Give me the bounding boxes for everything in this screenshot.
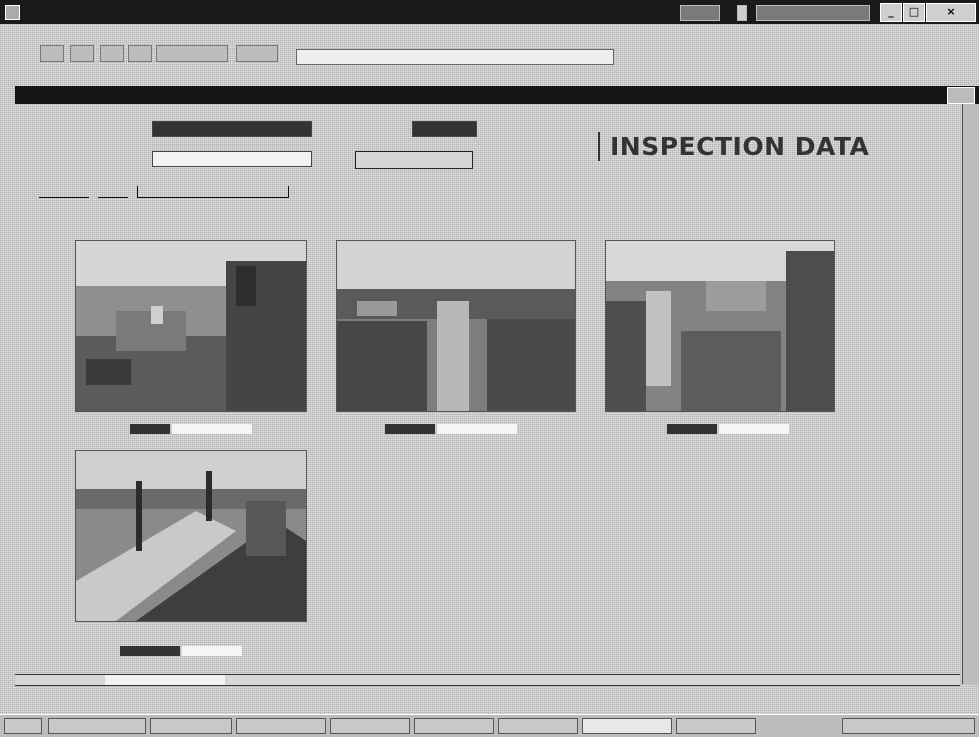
browser-menu-bar (0, 24, 979, 40)
taskbar-item[interactable] (48, 718, 146, 734)
taskbar-item[interactable] (330, 718, 410, 734)
system-tray (842, 718, 975, 734)
refresh-icon[interactable] (128, 45, 152, 62)
back-icon[interactable] (40, 45, 64, 62)
titlebar-icon (756, 5, 870, 21)
status-bar (0, 694, 979, 710)
scrollbar-thumb[interactable] (105, 675, 225, 685)
taskbar-item[interactable] (676, 718, 756, 734)
page-title: INSPECTION DATA (598, 132, 869, 161)
titlebar-icon (737, 5, 747, 21)
inspection-photo[interactable] (605, 240, 835, 412)
maximize-icon[interactable]: □ (903, 3, 925, 22)
photo-nav-links (39, 186, 290, 201)
stop-icon[interactable] (100, 45, 124, 62)
forward-icon[interactable] (70, 45, 94, 62)
inspection-photo[interactable] (336, 240, 576, 412)
nav-link[interactable] (39, 186, 89, 198)
titlebar-icon (680, 5, 720, 21)
favorites-button[interactable] (156, 45, 228, 62)
minimize-icon[interactable]: _ (880, 3, 902, 22)
photo-image (606, 241, 834, 411)
nav-link[interactable] (98, 186, 129, 198)
close-icon[interactable]: × (926, 3, 976, 22)
history-button[interactable] (236, 45, 278, 62)
browser-title-bar: _ □ × (0, 0, 979, 24)
start-button[interactable] (4, 718, 42, 734)
taskbar (0, 714, 979, 737)
inspection-photo[interactable] (75, 240, 307, 412)
horizontal-scrollbar[interactable] (15, 674, 960, 686)
taskbar-item[interactable] (414, 718, 494, 734)
taskbar-item[interactable] (498, 718, 578, 734)
inspection-photo[interactable] (75, 450, 307, 622)
inner-window-title-bar (15, 86, 979, 104)
address-bar[interactable] (296, 49, 614, 65)
nav-link[interactable] (137, 186, 290, 198)
photo-caption (667, 424, 789, 436)
photo-image (76, 451, 306, 621)
report-button[interactable] (355, 151, 473, 169)
vertical-scrollbar[interactable] (962, 104, 979, 684)
taskbar-item[interactable] (236, 718, 326, 734)
photo-image (76, 241, 306, 411)
photo-caption (120, 646, 242, 658)
taskbar-item-active[interactable] (582, 718, 672, 734)
document-number-field[interactable] (152, 121, 312, 137)
inner-close-icon[interactable] (947, 87, 975, 104)
photo-caption (130, 424, 252, 436)
browser-app-icon (5, 5, 20, 20)
location-field[interactable] (412, 121, 477, 137)
photo-caption (385, 424, 517, 436)
taskbar-item[interactable] (150, 718, 232, 734)
inspection-date-field[interactable] (152, 151, 312, 167)
photo-image (337, 241, 575, 411)
